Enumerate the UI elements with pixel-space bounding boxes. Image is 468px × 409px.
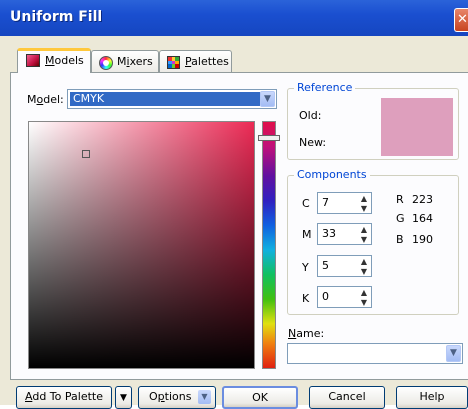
tab-models-label: Models	[45, 54, 84, 67]
tab-mixers-label: Mixers	[117, 55, 153, 68]
c-value: 7	[322, 196, 329, 209]
new-label: New:	[299, 136, 327, 149]
help-button[interactable]: Help	[396, 386, 468, 409]
spinner-arrows-icon[interactable]: ▲ ▼	[358, 194, 370, 214]
b-label: B	[396, 233, 404, 246]
tab-models[interactable]: Models	[17, 48, 91, 73]
color-square-icon	[26, 54, 40, 67]
y-label: Y	[302, 261, 309, 274]
r-label: R	[396, 193, 404, 206]
spinner-arrows-icon[interactable]: ▲ ▼	[358, 288, 370, 308]
reference-title: Reference	[294, 81, 356, 94]
chevron-down-icon: ▼	[198, 390, 211, 404]
new-color-swatch	[381, 98, 453, 156]
old-label: Old:	[299, 109, 322, 122]
m-value: 33	[322, 227, 336, 240]
add-to-palette-button[interactable]: Add To Palette	[16, 386, 112, 409]
options-button[interactable]: Options ▼	[138, 386, 216, 409]
color-saturation-field[interactable]	[28, 121, 255, 369]
hue-slider-handle[interactable]	[258, 135, 280, 141]
add-to-palette-label: Add To Palette	[25, 390, 103, 403]
model-value: CMYK	[73, 92, 105, 105]
model-select[interactable]: CMYK ▼	[67, 89, 277, 109]
components-group	[287, 175, 459, 315]
m-spinbox[interactable]: 33 ▲ ▼	[317, 223, 372, 245]
close-icon: ✕	[457, 12, 468, 27]
cancel-label: Cancel	[328, 390, 366, 403]
palette-grid-icon	[167, 56, 180, 69]
g-value: 164	[412, 212, 433, 225]
c-spinbox[interactable]: 7 ▲ ▼	[317, 192, 372, 214]
spinner-arrows-icon[interactable]: ▲ ▼	[358, 257, 370, 277]
b-value: 190	[412, 233, 433, 246]
color-picker-cursor[interactable]	[82, 150, 90, 158]
ok-button[interactable]: OK	[222, 386, 298, 409]
cancel-button[interactable]: Cancel	[309, 386, 385, 409]
chevron-down-icon[interactable]: ▼	[446, 345, 461, 362]
components-title: Components	[294, 168, 370, 181]
g-label: G	[396, 212, 405, 225]
c-label: C	[302, 197, 310, 210]
chevron-down-icon: ▼	[120, 393, 127, 403]
tab-palettes[interactable]: Palettes	[159, 50, 232, 72]
chevron-down-icon[interactable]: ▼	[260, 91, 275, 107]
y-value: 5	[322, 259, 329, 272]
window-title: Uniform Fill	[10, 9, 103, 25]
options-label: Options	[149, 390, 192, 403]
k-label: K	[302, 292, 310, 305]
add-to-palette-dropdown[interactable]: ▼	[115, 386, 132, 409]
tab-mixers[interactable]: Mixers	[91, 50, 159, 72]
model-label: Model:	[27, 93, 64, 106]
model-selected-highlight: CMYK	[70, 92, 260, 106]
ok-label: OK	[252, 391, 268, 404]
hue-bar[interactable]	[262, 121, 276, 369]
help-label: Help	[419, 390, 445, 403]
title-bar[interactable]: Uniform Fill ✕	[0, 0, 468, 36]
r-value: 223	[412, 193, 433, 206]
close-button[interactable]: ✕	[454, 8, 468, 32]
m-label: M	[302, 228, 312, 241]
name-label: Name:	[288, 327, 325, 340]
tab-palettes-label: Palettes	[185, 55, 229, 68]
color-wheel-icon	[99, 56, 113, 70]
k-spinbox[interactable]: 0 ▲ ▼	[317, 286, 372, 308]
k-value: 0	[322, 290, 329, 303]
spinner-arrows-icon[interactable]: ▲ ▼	[358, 225, 370, 245]
name-select[interactable]: ▼	[287, 343, 463, 364]
y-spinbox[interactable]: 5 ▲ ▼	[317, 255, 372, 277]
